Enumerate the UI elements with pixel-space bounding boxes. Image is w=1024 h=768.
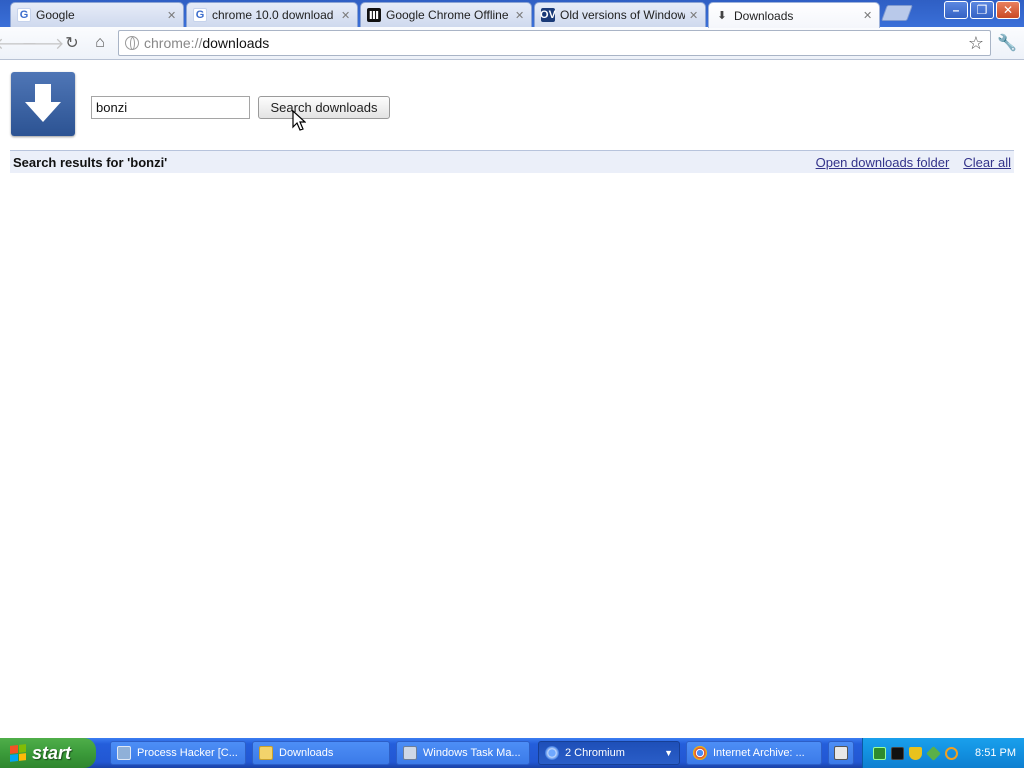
taskbar-item-downloads[interactable]: Downloads (252, 741, 390, 765)
process-hacker-icon (117, 746, 131, 760)
clear-all-link[interactable]: Clear all (963, 155, 1011, 170)
chevron-down-icon: ▼ (664, 748, 673, 758)
chrome-icon (693, 746, 707, 760)
cpu-graph-icon[interactable] (891, 746, 904, 760)
bookmark-star-icon[interactable]: ☆ (968, 33, 984, 54)
results-header: Search results for 'bonzi' Open download… (10, 150, 1014, 173)
tab-title: Google (36, 8, 75, 22)
new-tab-button[interactable] (881, 5, 913, 21)
reload-icon[interactable]: ↻ (62, 33, 82, 53)
task-label: Downloads (279, 747, 334, 759)
wrench-menu-icon[interactable]: 🔧 (997, 33, 1017, 53)
close-icon[interactable]: ✕ (515, 9, 525, 22)
address-bar[interactable]: chrome://downloads ☆ (118, 30, 991, 56)
close-icon[interactable]: ✕ (167, 9, 177, 22)
downloads-logo (11, 72, 75, 136)
search-icon[interactable] (945, 746, 958, 760)
forward-arrow-icon[interactable]: 🡒 (22, 33, 65, 53)
tab-chrome-download-search[interactable]: G chrome 10.0 download - G ✕ (186, 2, 358, 27)
results-title: Search results for 'bonzi' (13, 154, 168, 170)
archive-icon: Ⅲ (367, 8, 381, 22)
tab-strip: G Google ✕ G chrome 10.0 download - G ✕ … (0, 0, 1024, 28)
restore-icon[interactable]: ❐ (970, 1, 994, 19)
start-label: start (32, 742, 72, 763)
tab-title: Old versions of Windows, (560, 8, 685, 22)
window-close-icon[interactable]: ✕ (996, 1, 1020, 19)
window-controls: – ❐ ✕ (944, 1, 1020, 19)
folder-icon (259, 746, 273, 760)
url-host: downloads (202, 35, 270, 51)
results-actions: Open downloads folder Clear all (816, 155, 1011, 170)
task-manager-icon (403, 746, 417, 760)
search-input[interactable] (91, 96, 250, 119)
globe-icon (125, 36, 139, 50)
network-monitor-icon[interactable] (873, 746, 886, 760)
task-label: Process Hacker [C... (137, 747, 238, 759)
task-label: Windows Task Ma... (423, 747, 521, 759)
search-downloads-button[interactable]: Search downloads (258, 96, 390, 119)
download-icon: ⬇ (717, 10, 727, 22)
oldversion-icon: OV (540, 8, 556, 22)
download-arrow-icon (25, 84, 61, 122)
start-button[interactable]: start (0, 738, 96, 768)
security-shield-icon[interactable] (909, 746, 922, 760)
close-icon[interactable]: ✕ (341, 9, 351, 22)
task-label: 2 Chromium (565, 747, 625, 759)
home-icon[interactable]: ⌂ (90, 33, 110, 53)
url-scheme: chrome:// (144, 35, 203, 51)
update-icon[interactable] (926, 745, 941, 761)
close-icon[interactable]: ✕ (689, 9, 699, 22)
system-tray: 8:51 PM (862, 738, 1024, 768)
mouse-cursor-icon (292, 110, 306, 131)
chromium-icon (545, 746, 559, 760)
tab-google[interactable]: G Google ✕ (10, 2, 184, 27)
open-downloads-folder-link[interactable]: Open downloads folder (816, 155, 950, 170)
browser-toolbar: 🡐 🡒 ↻ ⌂ chrome://downloads ☆ 🔧 (0, 27, 1024, 60)
task-label: Internet Archive: ... (713, 747, 805, 759)
taskbar-item-process-hacker[interactable]: Process Hacker [C... (110, 741, 246, 765)
close-icon[interactable]: ✕ (863, 9, 873, 22)
tab-downloads[interactable]: ⬇ Downloads ✕ (708, 2, 880, 28)
taskbar-item-task-manager[interactable]: Windows Task Ma... (396, 741, 530, 765)
tab-title: Google Chrome Offline Ins (386, 8, 511, 22)
google-icon: G (193, 8, 207, 22)
google-icon: G (17, 8, 31, 22)
keyboard-button[interactable] (828, 741, 854, 765)
minimize-icon[interactable]: – (944, 1, 968, 19)
taskbar: start Process Hacker [C... Downloads Win… (0, 738, 1024, 768)
tab-oldversion[interactable]: OV Old versions of Windows, ✕ (534, 2, 706, 27)
taskbar-item-internet-archive[interactable]: Internet Archive: ... (686, 741, 822, 765)
keyboard-icon (834, 746, 848, 760)
clock: 8:51 PM (975, 747, 1016, 759)
windows-flag-icon (10, 744, 26, 762)
taskbar-group-chromium[interactable]: 2 Chromium ▼ (538, 741, 680, 765)
tab-title: chrome 10.0 download - G (212, 8, 337, 22)
tab-title: Downloads (734, 8, 794, 23)
tab-internet-archive[interactable]: Ⅲ Google Chrome Offline Ins ✕ (360, 2, 532, 27)
